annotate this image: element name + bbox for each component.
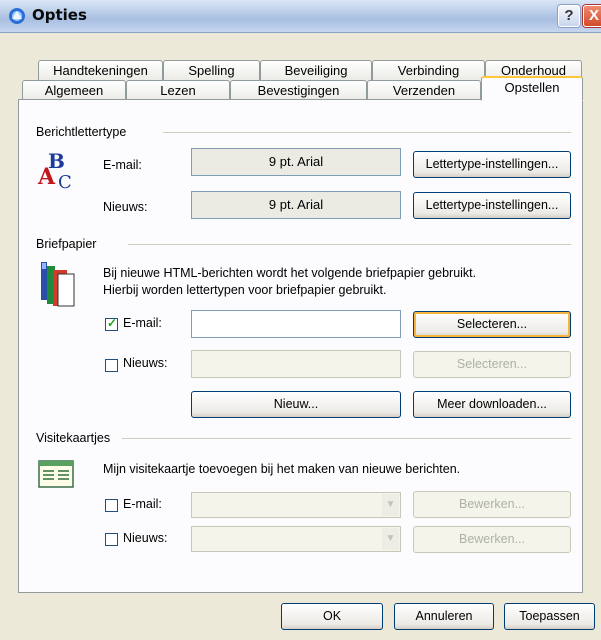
font-email-label: E-mail: xyxy=(103,158,142,172)
business-card-email-edit-button: Bewerken... xyxy=(413,491,571,518)
font-email-value: 9 pt. Arial xyxy=(191,148,401,176)
stationery-email-checkbox[interactable]: ✓ xyxy=(105,316,118,331)
close-button[interactable]: X xyxy=(583,5,601,27)
stationery-email-field[interactable] xyxy=(191,310,401,338)
apply-button[interactable]: Toepassen xyxy=(504,603,595,630)
stationery-email-label: E-mail: xyxy=(123,316,162,330)
stationery-news-checkbox[interactable] xyxy=(105,359,118,372)
stationery-icon xyxy=(41,262,75,307)
font-abc-icon: B A C xyxy=(37,149,72,192)
tab-bevestigingen[interactable]: Bevestigingen xyxy=(230,80,367,100)
app-icon xyxy=(9,8,25,24)
stationery-news-field xyxy=(191,350,401,378)
stationery-description-2: Hierbij worden lettertypen voor briefpap… xyxy=(103,283,387,297)
font-news-value: 9 pt. Arial xyxy=(191,191,401,219)
svg-text:C: C xyxy=(58,172,72,192)
business-card-icon xyxy=(38,460,74,488)
ok-button[interactable]: OK xyxy=(281,603,383,630)
font-section-divider xyxy=(163,132,571,133)
business-card-news-label: Nieuws: xyxy=(123,531,168,545)
cancel-button[interactable]: Annuleren xyxy=(394,603,494,630)
svg-text:A: A xyxy=(37,164,56,190)
tab-spelling[interactable]: Spelling xyxy=(163,60,260,80)
tab-verbinding[interactable]: Verbinding xyxy=(372,60,485,80)
stationery-news-select-button: Selecteren... xyxy=(413,351,571,378)
new-stationery-button[interactable]: Nieuw... xyxy=(191,391,401,418)
stationery-section-divider xyxy=(128,244,571,245)
font-section-title: Berichtlettertype xyxy=(36,125,127,139)
stationery-section-title: Briefpapier xyxy=(36,237,97,251)
business-card-email-combo: ▼ xyxy=(191,492,401,518)
tab-opstellen[interactable]: Opstellen xyxy=(481,76,583,101)
email-font-settings-button[interactable]: Lettertype-instellingen... xyxy=(413,151,571,178)
stationery-email-select-button[interactable]: Selecteren... xyxy=(413,311,571,338)
business-card-news-checkbox[interactable] xyxy=(105,533,118,546)
window-title: Opties xyxy=(32,6,87,24)
tab-verzenden[interactable]: Verzenden xyxy=(367,80,481,100)
business-card-news-combo: ▼ xyxy=(191,526,401,552)
business-card-email-label: E-mail: xyxy=(123,497,162,511)
stationery-news-label: Nieuws: xyxy=(123,356,168,370)
tab-lezen[interactable]: Lezen xyxy=(126,80,230,100)
business-card-news-edit-button: Bewerken... xyxy=(413,526,571,553)
business-card-email-checkbox[interactable] xyxy=(105,499,118,512)
options-dialog: Opties ? X Handtekeningen Spelling Bevei… xyxy=(0,0,601,640)
checkmark-icon: ✓ xyxy=(107,316,118,330)
chevron-down-icon: ▼ xyxy=(382,494,399,516)
chevron-down-icon: ▼ xyxy=(382,528,399,550)
business-cards-section-title: Visitekaartjes xyxy=(36,431,111,445)
help-button[interactable]: ? xyxy=(558,5,580,27)
tab-beveiliging[interactable]: Beveiliging xyxy=(260,60,372,80)
tab-handtekeningen[interactable]: Handtekeningen xyxy=(38,60,163,80)
title-bar[interactable]: Opties ? X xyxy=(0,0,601,33)
news-font-settings-button[interactable]: Lettertype-instellingen... xyxy=(413,192,571,219)
stationery-description-1: Bij nieuwe HTML-berichten wordt het volg… xyxy=(103,266,477,280)
business-cards-description: Mijn visitekaartje toevoegen bij het mak… xyxy=(103,462,461,476)
download-more-button[interactable]: Meer downloaden... xyxy=(413,391,571,418)
business-cards-section-divider xyxy=(122,438,571,439)
font-news-label: Nieuws: xyxy=(103,200,148,214)
tab-algemeen[interactable]: Algemeen xyxy=(22,80,126,100)
